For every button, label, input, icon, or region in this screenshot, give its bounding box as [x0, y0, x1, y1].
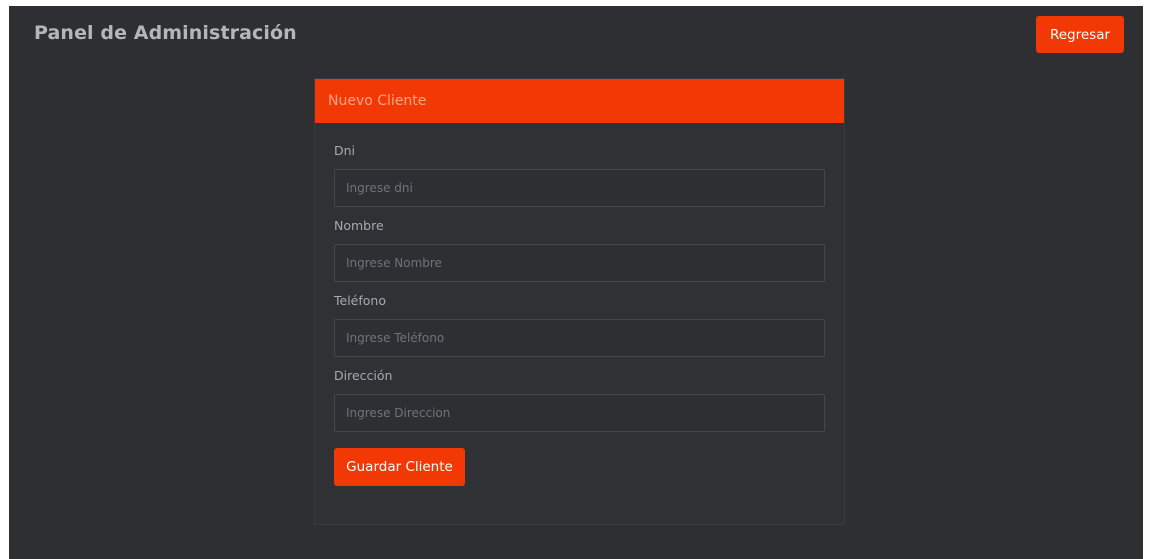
new-client-card: Nuevo Cliente Dni Nombre Teléfono Direcc…	[314, 78, 845, 525]
telefono-label: Teléfono	[334, 293, 386, 308]
nombre-label: Nombre	[334, 218, 384, 233]
save-client-button[interactable]: Guardar Cliente	[334, 448, 465, 486]
telefono-input[interactable]	[334, 319, 825, 357]
client-form: Dni Nombre Teléfono Dirección Guardar Cl…	[315, 123, 844, 486]
direccion-label: Dirección	[334, 368, 393, 383]
field-telefono: Teléfono	[334, 293, 825, 357]
direccion-input[interactable]	[334, 394, 825, 432]
back-button[interactable]: Regresar	[1036, 16, 1124, 53]
field-dni: Dni	[334, 143, 825, 207]
nombre-input[interactable]	[334, 244, 825, 282]
field-direccion: Dirección	[334, 368, 825, 432]
dni-label: Dni	[334, 143, 356, 158]
field-nombre: Nombre	[334, 218, 825, 282]
app-frame: Panel de Administración Regresar Nuevo C…	[9, 6, 1143, 559]
page-title: Panel de Administración	[34, 22, 297, 44]
card-header: Nuevo Cliente	[315, 79, 844, 123]
dni-input[interactable]	[334, 169, 825, 207]
